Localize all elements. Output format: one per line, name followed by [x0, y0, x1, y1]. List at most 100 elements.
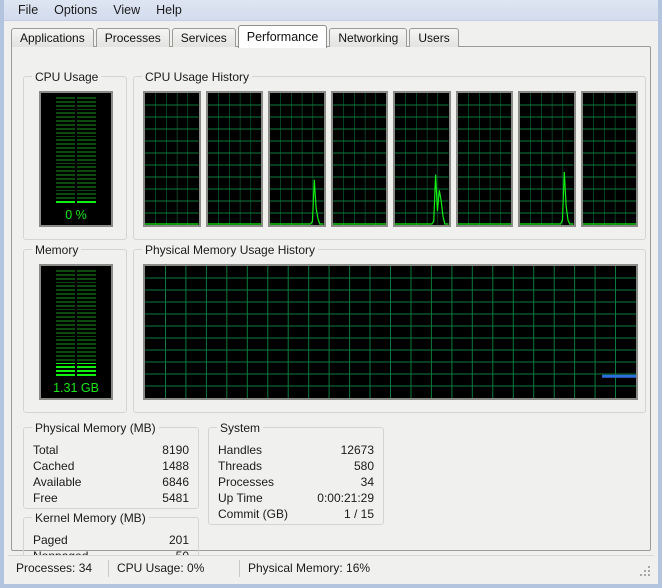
system-key: Handles [218, 443, 263, 457]
cpu-meter-row [56, 135, 96, 138]
memory-meter-cell [77, 312, 96, 315]
memory-meter-cell [56, 289, 75, 292]
system-key: Processes [218, 475, 275, 489]
cpu-meter-cell [56, 170, 75, 173]
resize-grip-icon[interactable] [638, 564, 652, 578]
cpu-meter-row [56, 177, 96, 180]
memory-meter-row [56, 374, 96, 376]
system-key: Up Time [218, 491, 263, 505]
cpu-meter-cell [56, 166, 75, 169]
physical-memory-key: Free [33, 491, 58, 505]
tab-networking[interactable]: Networking [329, 28, 408, 47]
cpu-meter-row [56, 154, 96, 157]
memory-meter-cell [56, 343, 75, 346]
cpu-meter-cell [56, 193, 75, 196]
memory-meter-cell [77, 347, 96, 349]
memory-meter-cell [56, 293, 75, 295]
tab-performance[interactable]: Performance [237, 25, 328, 48]
system-value: 1 / 15 [343, 507, 374, 521]
memory-meter-cell [77, 300, 96, 303]
memory-meter-cell [77, 358, 96, 361]
memory-meter-row [56, 320, 96, 322]
memory-meter-cell [56, 331, 75, 334]
cpu-meter-cell [77, 154, 96, 157]
memory-meter-cell [77, 277, 96, 280]
cpu-meter-cell [77, 108, 96, 111]
memory-meter-row [56, 300, 96, 303]
cpu-meter-cell [56, 123, 75, 126]
memory-meter-row [56, 347, 96, 349]
memory-meter-cell [77, 354, 96, 357]
memory-meter-cell [56, 277, 75, 280]
task-manager-window: File Options View Help Applications Proc… [0, 0, 662, 588]
cpu-meter-row [56, 96, 96, 99]
memory-meter-cell [56, 269, 75, 272]
kernel-memory-row: Paged 201 [33, 532, 189, 548]
menu-item-options[interactable]: Options [46, 1, 105, 20]
physical-memory-row: Available 6846 [33, 474, 189, 490]
memory-meter-row [56, 269, 96, 272]
cpu-meter-cell [56, 116, 75, 119]
cpu-meter-cell [56, 127, 75, 130]
cpu-meter-row [56, 104, 96, 107]
menu-item-help[interactable]: Help [148, 1, 190, 20]
cpu-meter-cell [56, 120, 75, 122]
tab-users[interactable]: Users [409, 28, 459, 47]
cpu-meter-cell [77, 150, 96, 153]
tab-strip: Applications Processes Services Performa… [11, 25, 651, 48]
memory-meter-cell [56, 300, 75, 303]
cpu-meter-cell [77, 120, 96, 122]
cpu-usage-meter: 0 % [39, 91, 113, 227]
cpu-meter-cell [77, 189, 96, 192]
status-bar: Processes: 34 CPU Usage: 0% Physical Mem… [8, 555, 654, 580]
memory-meter-row [56, 296, 96, 299]
physical-memory-value: 1488 [162, 459, 189, 473]
memory-meter-cell [77, 296, 96, 299]
memory-meter-row [56, 323, 96, 326]
cpu-history-panel [143, 91, 201, 227]
cpu-meter-row [56, 181, 96, 184]
system-key: Threads [218, 459, 263, 473]
cpu-meter-cell [56, 181, 75, 184]
cpu-meter-row [56, 189, 96, 192]
tab-processes[interactable]: Processes [95, 28, 170, 47]
cpu-meter-cell [77, 147, 96, 149]
memory-gauge-group: Memory 1.31 GB [23, 243, 127, 413]
memory-meter-cell [56, 362, 75, 365]
menu-item-file[interactable]: File [10, 1, 46, 20]
cpu-meter-cell [56, 131, 75, 134]
memory-meter-cell [56, 347, 75, 349]
cpu-meter-cell [56, 177, 75, 180]
cpu-history-legend: CPU Usage History [142, 70, 253, 84]
system-group: System Handles 12673 Threads 580 Processes 34… [208, 421, 384, 525]
memory-meter-cell [77, 289, 96, 292]
memory-meter-cell [56, 323, 75, 326]
menu-item-view[interactable]: View [105, 1, 148, 20]
memory-meter-cell [77, 370, 96, 373]
memory-meter-cell [77, 281, 96, 284]
memory-meter-cell [77, 350, 96, 353]
tab-services[interactable]: Services [171, 28, 236, 47]
memory-meter-row [56, 350, 96, 353]
performance-tab-page: CPU Usage 0 % Memory 1.31 GB CPU Usage H… [11, 46, 651, 580]
cpu-meter-row [56, 123, 96, 126]
cpu-meter-row [56, 108, 96, 111]
memory-meter-row [56, 304, 96, 307]
memory-meter-cell [56, 296, 75, 299]
memory-meter-cell [56, 370, 75, 373]
cpu-meter-cell [77, 104, 96, 107]
memory-meter-cell [56, 316, 75, 319]
memory-meter-row [56, 343, 96, 346]
system-value: 34 [360, 475, 374, 489]
memory-meter-cell [77, 362, 96, 365]
memory-meter-cell [77, 285, 96, 288]
memory-meter-cell [77, 293, 96, 295]
cpu-meter-row [56, 139, 96, 142]
memory-meter-bars [56, 269, 96, 376]
cpu-history-panel [205, 91, 263, 227]
tab-applications[interactable]: Applications [11, 28, 94, 47]
cpu-meter-cell [77, 181, 96, 184]
memory-meter-cell [77, 335, 96, 338]
memory-meter-cell [77, 304, 96, 307]
memory-meter-cell [56, 308, 75, 311]
